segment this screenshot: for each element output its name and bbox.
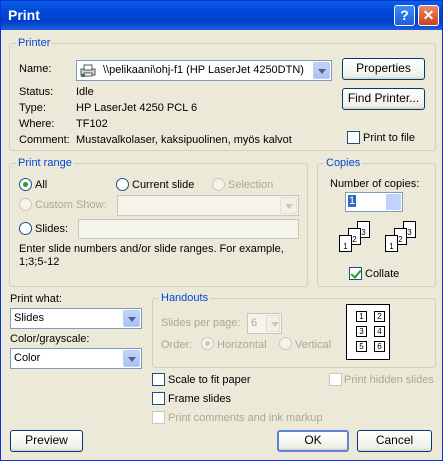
handout-cell: 3 xyxy=(356,326,367,337)
color-label: Color/grayscale: xyxy=(10,333,90,345)
custom-show-select[interactable] xyxy=(117,195,299,216)
print-what-label: Print what: xyxy=(10,293,62,305)
chevron-down-icon xyxy=(280,197,297,214)
number-of-copies-label: Number of copies: xyxy=(330,178,420,190)
copies-value: 1 xyxy=(348,195,357,207)
print-what-value: Slides xyxy=(14,312,44,324)
handout-preview: 1 2 3 4 5 6 xyxy=(346,304,390,360)
collate-illustration: 3 2 1 3 2 1 xyxy=(331,221,426,261)
order-label: Order: xyxy=(161,339,193,351)
slides-input[interactable] xyxy=(78,219,299,239)
type-value: HP LaserJet 4250 PCL 6 xyxy=(76,102,198,114)
slides-per-page-label: Slides per page: xyxy=(161,317,241,329)
copies-input[interactable]: 1 xyxy=(345,192,403,212)
scale-to-fit-label[interactable]: Scale to fit paper xyxy=(168,374,251,386)
help-button[interactable]: ? xyxy=(394,5,415,26)
slides-label[interactable]: Slides: xyxy=(35,223,68,235)
comment-label: Comment: xyxy=(19,134,70,146)
status-value: Idle xyxy=(76,86,94,98)
printer-group-label: Printer xyxy=(16,37,53,49)
handout-cell: 2 xyxy=(374,311,385,322)
status-label: Status: xyxy=(19,86,54,98)
title-bar[interactable]: Print ? ✕ xyxy=(1,1,442,30)
print-to-file-label[interactable]: Print to file xyxy=(363,132,415,144)
horizontal-radio[interactable] xyxy=(201,337,214,350)
type-label: Type: xyxy=(19,102,46,114)
handout-cell: 5 xyxy=(356,341,367,352)
printer-name-value: \\pelikaani\ohj-f1 (HP LaserJet 4250DTN) xyxy=(103,64,304,76)
where-label: Where: xyxy=(19,118,55,130)
vertical-radio[interactable] xyxy=(279,337,292,350)
handout-cell: 6 xyxy=(374,341,385,352)
color-value: Color xyxy=(14,352,41,364)
printer-icon xyxy=(80,64,96,77)
frame-slides-label[interactable]: Frame slides xyxy=(168,393,231,405)
copies-label: Copies xyxy=(324,157,363,169)
close-button[interactable]: ✕ xyxy=(418,5,439,26)
slides-per-page-select[interactable]: 6 xyxy=(247,313,282,334)
print-what-select[interactable]: Slides xyxy=(10,308,142,329)
print-range-label: Print range xyxy=(16,157,74,169)
find-printer-label: Find Printer... xyxy=(347,91,420,105)
print-comments-label: Print comments and ink markup xyxy=(168,412,323,424)
all-label[interactable]: All xyxy=(35,179,47,191)
preview-label: Preview xyxy=(25,433,68,447)
selection-radio[interactable] xyxy=(212,178,225,191)
frame-slides-checkbox[interactable] xyxy=(152,392,165,405)
collate-checkbox[interactable] xyxy=(349,267,362,280)
ok-label: OK xyxy=(304,433,322,447)
print-hidden-checkbox[interactable] xyxy=(329,373,342,386)
name-label: Name: xyxy=(19,63,52,75)
custom-show-radio[interactable] xyxy=(19,198,32,211)
print-comments-checkbox[interactable] xyxy=(152,411,165,424)
print-to-file-checkbox[interactable] xyxy=(347,131,360,144)
collate-page: 1 xyxy=(385,235,398,252)
horizontal-label: Horizontal xyxy=(217,339,267,351)
custom-show-label: Custom Show: xyxy=(35,199,107,211)
cancel-label: Cancel xyxy=(375,433,414,447)
handout-cell: 1 xyxy=(356,311,367,322)
chevron-down-icon[interactable] xyxy=(123,350,140,367)
color-select[interactable]: Color xyxy=(10,348,142,369)
handouts-label: Handouts xyxy=(159,292,211,304)
collate-label[interactable]: Collate xyxy=(365,268,399,280)
where-value: TF102 xyxy=(76,118,108,130)
scale-to-fit-checkbox[interactable] xyxy=(152,373,165,386)
current-slide-radio[interactable] xyxy=(116,178,129,191)
all-radio[interactable] xyxy=(19,178,32,191)
printer-name-select[interactable]: \\pelikaani\ohj-f1 (HP LaserJet 4250DTN) xyxy=(76,60,332,81)
properties-button[interactable]: Properties xyxy=(342,58,425,80)
chevron-down-icon xyxy=(266,315,280,332)
properties-label: Properties xyxy=(356,61,411,75)
vertical-label: Vertical xyxy=(295,339,332,351)
preview-button[interactable]: Preview xyxy=(10,430,83,452)
ok-button[interactable]: OK xyxy=(277,430,349,452)
comment-value: Mustavalkolaser, kaksipuolinen, myös kal… xyxy=(76,134,292,146)
cancel-button[interactable]: Cancel xyxy=(357,430,432,452)
print-hidden-label: Print hidden slides xyxy=(344,374,434,386)
collate-page: 1 xyxy=(339,235,352,252)
handouts-group xyxy=(152,298,436,368)
slides-radio[interactable] xyxy=(19,222,32,235)
current-slide-label[interactable]: Current slide xyxy=(132,179,194,191)
chevron-down-icon[interactable] xyxy=(313,62,330,79)
find-printer-button[interactable]: Find Printer... xyxy=(342,88,425,110)
slides-hint: Enter slide numbers and/or slide ranges.… xyxy=(19,243,284,268)
print-dialog: Print ? ✕ Printer Name: \\pelikaani\ohj-… xyxy=(0,0,443,461)
spinner-up-icon[interactable] xyxy=(386,194,401,202)
chevron-down-icon[interactable] xyxy=(123,310,140,327)
spinner-down-icon[interactable] xyxy=(386,202,401,210)
slides-per-page-value: 6 xyxy=(251,317,258,329)
selection-label: Selection xyxy=(228,179,274,191)
handout-cell: 4 xyxy=(374,326,385,337)
window-title: Print xyxy=(8,7,40,23)
